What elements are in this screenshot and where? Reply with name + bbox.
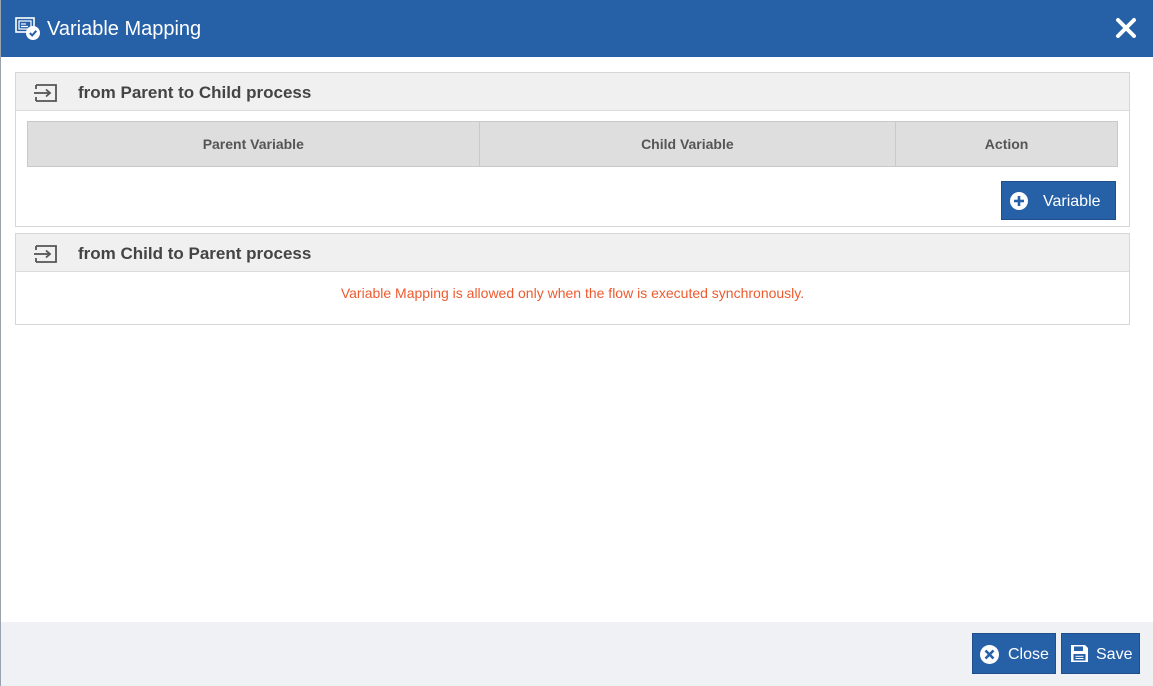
close-button-label: Close	[1008, 646, 1049, 663]
parent-to-child-title: from Parent to Child process	[78, 83, 312, 102]
parent-to-child-table: Parent Variable Child Variable Action	[27, 121, 1118, 167]
close-button[interactable]: Close	[972, 633, 1056, 674]
times-circle-icon	[979, 644, 1000, 665]
parent-to-child-panel: from Parent to Child process Parent Vari…	[15, 72, 1130, 227]
dialog-footer: Close Save	[1, 622, 1153, 686]
column-header-parent-variable: Parent Variable	[27, 121, 480, 167]
save-button[interactable]: Save	[1061, 633, 1140, 674]
sign-in-arrow-icon	[34, 82, 60, 104]
child-to-parent-header: from Child to Parent process	[16, 234, 1129, 272]
dialog-titlebar: Variable Mapping	[1, 0, 1153, 57]
sign-in-arrow-icon	[34, 243, 60, 265]
save-button-label: Save	[1096, 646, 1133, 663]
table-header-row: Parent Variable Child Variable Action	[27, 121, 1118, 167]
add-variable-label: Variable	[1043, 193, 1101, 210]
variable-mapping-dialog: Variable Mapping from Parent to Child pr…	[0, 0, 1153, 686]
child-to-parent-panel: from Child to Parent process Variable Ma…	[15, 233, 1130, 325]
variable-mapping-icon	[15, 17, 41, 41]
dialog-title: Variable Mapping	[47, 18, 202, 40]
sync-only-notice: Variable Mapping is allowed only when th…	[340, 285, 805, 301]
plus-circle-icon	[1009, 191, 1029, 211]
column-header-action: Action	[895, 121, 1118, 167]
parent-to-child-header: from Parent to Child process	[16, 73, 1129, 111]
floppy-disk-icon	[1070, 644, 1089, 663]
child-to-parent-title: from Child to Parent process	[78, 244, 312, 263]
close-icon[interactable]	[1115, 17, 1137, 39]
column-header-child-variable: Child Variable	[478, 121, 897, 167]
add-variable-button[interactable]: Variable	[1001, 181, 1116, 220]
